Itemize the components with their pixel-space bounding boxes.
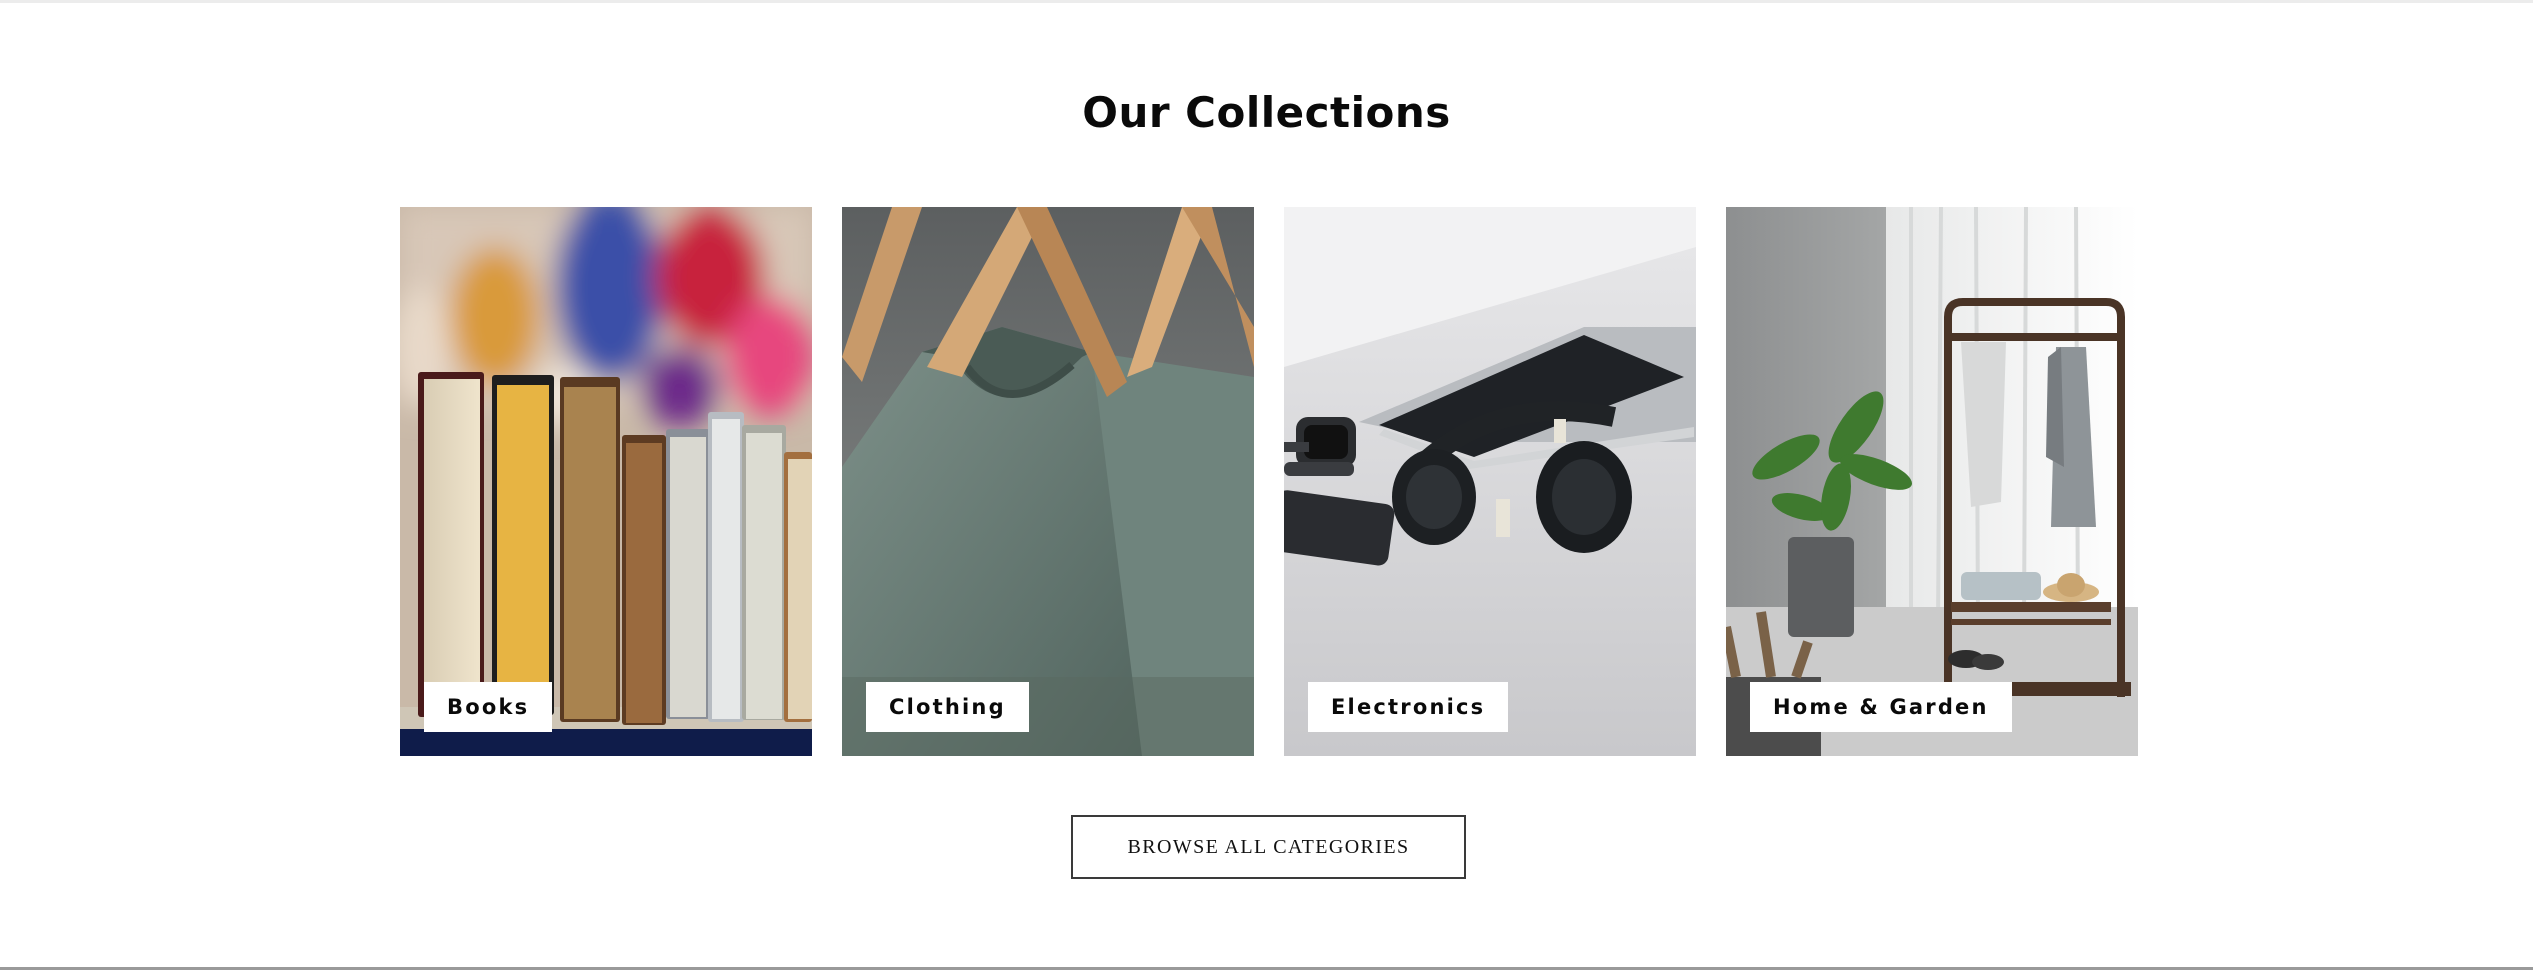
collections-grid: Books Clothing Electronics Home & Garden [400, 207, 2139, 756]
browse-all-categories-button[interactable]: BROWSE ALL CATEGORIES [1071, 815, 1466, 879]
home-garden-image [1726, 207, 2138, 756]
collection-label-home-garden: Home & Garden [1750, 682, 2012, 732]
collection-card-electronics[interactable]: Electronics [1284, 207, 1696, 756]
collection-card-home-garden[interactable]: Home & Garden [1726, 207, 2138, 756]
electronics-image [1284, 207, 1696, 756]
top-divider [0, 0, 2533, 3]
collection-label-books: Books [424, 682, 553, 732]
section-title: Our Collections [1082, 88, 1451, 137]
collection-label-clothing: Clothing [866, 682, 1029, 732]
collection-label-electronics: Electronics [1308, 682, 1509, 732]
clothing-image [842, 207, 1254, 756]
books-image [400, 207, 812, 756]
collection-card-clothing[interactable]: Clothing [842, 207, 1254, 756]
collection-card-books[interactable]: Books [400, 207, 812, 756]
